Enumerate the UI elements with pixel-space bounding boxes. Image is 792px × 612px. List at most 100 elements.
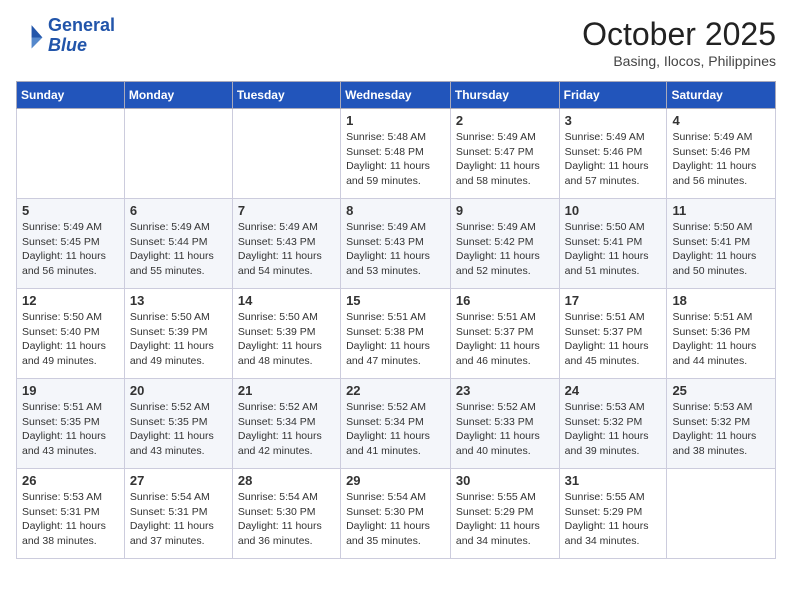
page-header: General Blue October 2025 Basing, Ilocos… — [16, 16, 776, 69]
calendar-cell — [232, 109, 340, 199]
month-title: October 2025 — [582, 16, 776, 53]
calendar-cell: 29 Sunrise: 5:54 AM Sunset: 5:30 PM Dayli… — [341, 469, 451, 559]
day-info: Sunrise: 5:55 AM Sunset: 5:29 PM Dayligh… — [565, 490, 662, 549]
day-info: Sunrise: 5:53 AM Sunset: 5:32 PM Dayligh… — [565, 400, 662, 459]
weekday-sunday: Sunday — [17, 82, 125, 109]
day-info: Sunrise: 5:51 AM Sunset: 5:38 PM Dayligh… — [346, 310, 445, 369]
day-number: 25 — [672, 383, 770, 398]
calendar-cell: 19 Sunrise: 5:51 AM Sunset: 5:35 PM Dayli… — [17, 379, 125, 469]
calendar-cell — [124, 109, 232, 199]
day-number: 23 — [456, 383, 554, 398]
day-info: Sunrise: 5:50 AM Sunset: 5:41 PM Dayligh… — [672, 220, 770, 279]
calendar-cell: 24 Sunrise: 5:53 AM Sunset: 5:32 PM Dayli… — [559, 379, 667, 469]
day-number: 19 — [22, 383, 119, 398]
calendar-cell: 4Sunrise: 5:49 AM Sunset: 5:46 PM Daylig… — [667, 109, 776, 199]
day-info: Sunrise: 5:52 AM Sunset: 5:33 PM Dayligh… — [456, 400, 554, 459]
day-info: Sunrise: 5:49 AM Sunset: 5:47 PM Dayligh… — [456, 130, 554, 189]
calendar-cell — [17, 109, 125, 199]
day-info: Sunrise: 5:52 AM Sunset: 5:34 PM Dayligh… — [346, 400, 445, 459]
day-info: Sunrise: 5:49 AM Sunset: 5:44 PM Dayligh… — [130, 220, 227, 279]
calendar-cell: 22 Sunrise: 5:52 AM Sunset: 5:34 PM Dayli… — [341, 379, 451, 469]
day-number: 30 — [456, 473, 554, 488]
day-number: 31 — [565, 473, 662, 488]
calendar-cell: 7Sunrise: 5:49 AM Sunset: 5:43 PM Daylig… — [232, 199, 340, 289]
day-info: Sunrise: 5:54 AM Sunset: 5:30 PM Dayligh… — [346, 490, 445, 549]
calendar-cell: 23 Sunrise: 5:52 AM Sunset: 5:33 PM Dayli… — [450, 379, 559, 469]
day-number: 15 — [346, 293, 445, 308]
calendar-cell: 5 Sunrise: 5:49 AM Sunset: 5:45 PM Daylig… — [17, 199, 125, 289]
weekday-saturday: Saturday — [667, 82, 776, 109]
calendar-cell: 13Sunrise: 5:50 AM Sunset: 5:39 PM Dayli… — [124, 289, 232, 379]
day-number: 1 — [346, 113, 445, 128]
location: Basing, Ilocos, Philippines — [582, 53, 776, 69]
calendar-cell: 2 Sunrise: 5:49 AM Sunset: 5:47 PM Daylig… — [450, 109, 559, 199]
calendar-cell: 3Sunrise: 5:49 AM Sunset: 5:46 PM Daylig… — [559, 109, 667, 199]
day-number: 28 — [238, 473, 335, 488]
weekday-row: SundayMondayTuesdayWednesdayThursdayFrid… — [17, 82, 776, 109]
day-info: Sunrise: 5:51 AM Sunset: 5:37 PM Dayligh… — [565, 310, 662, 369]
calendar-week-3: 19 Sunrise: 5:51 AM Sunset: 5:35 PM Dayli… — [17, 379, 776, 469]
calendar-week-4: 26 Sunrise: 5:53 AM Sunset: 5:31 PM Dayli… — [17, 469, 776, 559]
title-block: October 2025 Basing, Ilocos, Philippines — [582, 16, 776, 69]
day-info: Sunrise: 5:51 AM Sunset: 5:36 PM Dayligh… — [672, 310, 770, 369]
day-number: 8 — [346, 203, 445, 218]
calendar-cell: 20 Sunrise: 5:52 AM Sunset: 5:35 PM Dayli… — [124, 379, 232, 469]
day-info: Sunrise: 5:55 AM Sunset: 5:29 PM Dayligh… — [456, 490, 554, 549]
day-number: 29 — [346, 473, 445, 488]
logo-line2: Blue — [48, 35, 87, 55]
calendar-cell: 27 Sunrise: 5:54 AM Sunset: 5:31 PM Dayli… — [124, 469, 232, 559]
day-info: Sunrise: 5:54 AM Sunset: 5:30 PM Dayligh… — [238, 490, 335, 549]
calendar-body: 1 Sunrise: 5:48 AM Sunset: 5:48 PM Daylig… — [17, 109, 776, 559]
day-info: Sunrise: 5:50 AM Sunset: 5:39 PM Dayligh… — [238, 310, 335, 369]
day-info: Sunrise: 5:52 AM Sunset: 5:35 PM Dayligh… — [130, 400, 227, 459]
logo-icon — [16, 22, 44, 50]
calendar-cell: 16Sunrise: 5:51 AM Sunset: 5:37 PM Dayli… — [450, 289, 559, 379]
day-info: Sunrise: 5:50 AM Sunset: 5:41 PM Dayligh… — [565, 220, 662, 279]
day-number: 5 — [22, 203, 119, 218]
day-number: 2 — [456, 113, 554, 128]
day-number: 27 — [130, 473, 227, 488]
day-number: 6 — [130, 203, 227, 218]
calendar-cell: 26 Sunrise: 5:53 AM Sunset: 5:31 PM Dayli… — [17, 469, 125, 559]
logo: General Blue — [16, 16, 115, 56]
calendar-cell: 28 Sunrise: 5:54 AM Sunset: 5:30 PM Dayli… — [232, 469, 340, 559]
day-info: Sunrise: 5:49 AM Sunset: 5:43 PM Dayligh… — [238, 220, 335, 279]
calendar-cell — [667, 469, 776, 559]
day-number: 18 — [672, 293, 770, 308]
calendar-cell: 12 Sunrise: 5:50 AM Sunset: 5:40 PM Dayli… — [17, 289, 125, 379]
day-info: Sunrise: 5:49 AM Sunset: 5:42 PM Dayligh… — [456, 220, 554, 279]
day-info: Sunrise: 5:49 AM Sunset: 5:43 PM Dayligh… — [346, 220, 445, 279]
calendar-cell: 11 Sunrise: 5:50 AM Sunset: 5:41 PM Dayli… — [667, 199, 776, 289]
calendar-week-0: 1 Sunrise: 5:48 AM Sunset: 5:48 PM Daylig… — [17, 109, 776, 199]
weekday-friday: Friday — [559, 82, 667, 109]
day-number: 9 — [456, 203, 554, 218]
weekday-tuesday: Tuesday — [232, 82, 340, 109]
day-number: 13 — [130, 293, 227, 308]
calendar-cell: 25Sunrise: 5:53 AM Sunset: 5:32 PM Dayli… — [667, 379, 776, 469]
day-number: 26 — [22, 473, 119, 488]
calendar-week-2: 12 Sunrise: 5:50 AM Sunset: 5:40 PM Dayli… — [17, 289, 776, 379]
day-number: 17 — [565, 293, 662, 308]
calendar-header: SundayMondayTuesdayWednesdayThursdayFrid… — [17, 82, 776, 109]
day-info: Sunrise: 5:53 AM Sunset: 5:31 PM Dayligh… — [22, 490, 119, 549]
calendar-cell: 31 Sunrise: 5:55 AM Sunset: 5:29 PM Dayli… — [559, 469, 667, 559]
day-number: 11 — [672, 203, 770, 218]
day-number: 20 — [130, 383, 227, 398]
calendar-cell: 1 Sunrise: 5:48 AM Sunset: 5:48 PM Daylig… — [341, 109, 451, 199]
day-number: 12 — [22, 293, 119, 308]
day-number: 4 — [672, 113, 770, 128]
weekday-monday: Monday — [124, 82, 232, 109]
day-number: 21 — [238, 383, 335, 398]
day-info: Sunrise: 5:49 AM Sunset: 5:45 PM Dayligh… — [22, 220, 119, 279]
day-info: Sunrise: 5:54 AM Sunset: 5:31 PM Dayligh… — [130, 490, 227, 549]
day-info: Sunrise: 5:50 AM Sunset: 5:40 PM Dayligh… — [22, 310, 119, 369]
day-number: 24 — [565, 383, 662, 398]
day-number: 22 — [346, 383, 445, 398]
calendar-cell: 21 Sunrise: 5:52 AM Sunset: 5:34 PM Dayli… — [232, 379, 340, 469]
day-info: Sunrise: 5:52 AM Sunset: 5:34 PM Dayligh… — [238, 400, 335, 459]
day-info: Sunrise: 5:48 AM Sunset: 5:48 PM Dayligh… — [346, 130, 445, 189]
calendar-cell: 15 Sunrise: 5:51 AM Sunset: 5:38 PM Dayli… — [341, 289, 451, 379]
calendar-week-1: 5 Sunrise: 5:49 AM Sunset: 5:45 PM Daylig… — [17, 199, 776, 289]
day-info: Sunrise: 5:49 AM Sunset: 5:46 PM Dayligh… — [565, 130, 662, 189]
day-info: Sunrise: 5:51 AM Sunset: 5:35 PM Dayligh… — [22, 400, 119, 459]
